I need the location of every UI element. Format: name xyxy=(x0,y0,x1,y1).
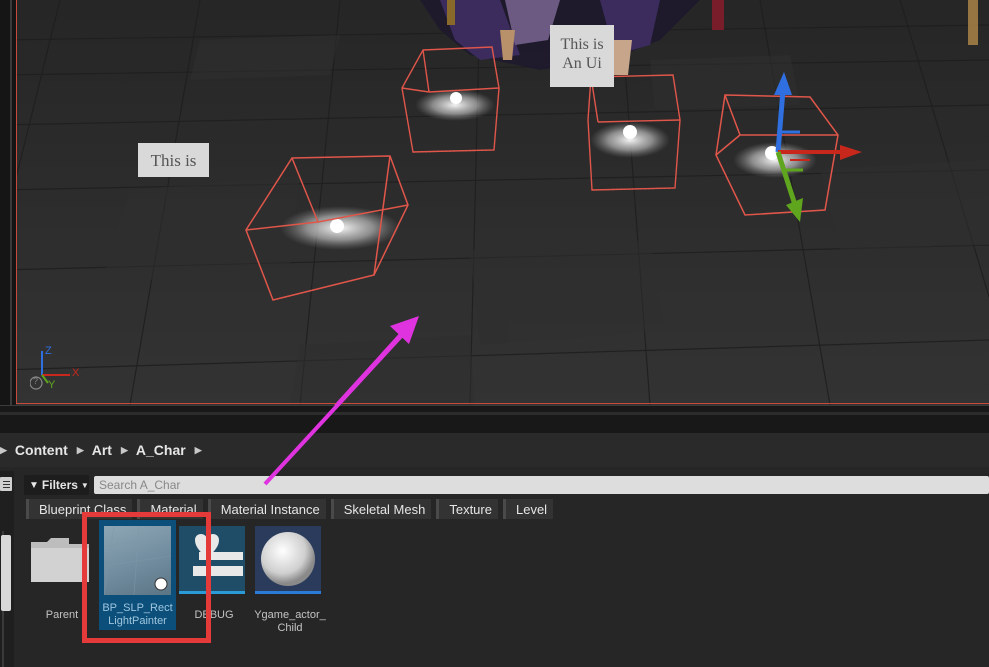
asset-name: BP_SLP_Rect LightPainter xyxy=(102,602,173,627)
viewport-scene xyxy=(0,0,989,405)
ui-sign-large: This is An Ui xyxy=(550,25,614,87)
ui-sign-small: This is xyxy=(138,143,209,177)
editor-root: This is This is An Ui Z X Y ? ▶ Content … xyxy=(0,0,989,667)
breadcrumb-item-a-char[interactable]: A_Char xyxy=(136,442,186,458)
filter-chip-blueprint-class[interactable]: Blueprint Class xyxy=(26,499,133,519)
breadcrumb-chevron-icon[interactable]: ▶ xyxy=(77,445,84,456)
breadcrumb-chevron-icon[interactable]: ▶ xyxy=(0,445,7,456)
filter-chip-level[interactable]: Level xyxy=(502,499,554,519)
filter-chip-texture[interactable]: Texture xyxy=(436,499,498,519)
filter-chips: Blueprint Class Material Material Instan… xyxy=(26,499,558,521)
viewport-left-strip xyxy=(0,0,16,405)
asset-tile-bp-slp-rect-lightpainter[interactable]: BP_SLP_Rect LightPainter xyxy=(99,520,176,630)
breadcrumb-chevron-icon[interactable]: ▶ xyxy=(195,445,202,456)
help-icon[interactable]: ? xyxy=(33,376,38,386)
sources-toggle-icon[interactable] xyxy=(0,477,12,491)
filter-bar: ▼ Filters ▼ xyxy=(24,474,989,496)
filters-button[interactable]: ▼ Filters ▼ xyxy=(24,475,89,495)
breadcrumb: ▶ Content ▶ Art ▶ A_Char ▶ xyxy=(0,433,989,467)
content-browser: ▶ Content ▶ Art ▶ A_Char ▶ ▼ Filters ▼ B… xyxy=(0,433,989,667)
chevron-down-icon: ▼ xyxy=(80,480,89,490)
world-axis-indicator: Z X Y ? xyxy=(30,345,90,395)
debug-heart-icon xyxy=(179,526,245,594)
filters-label: Filters xyxy=(41,478,78,492)
asset-name: Ygame_actor_ Child xyxy=(254,609,326,634)
filter-chip-skeletal-mesh[interactable]: Skeletal Mesh xyxy=(330,499,432,519)
asset-name: Parent xyxy=(45,609,79,621)
sources-scrollbar[interactable] xyxy=(1,535,11,611)
filter-chip-material[interactable]: Material xyxy=(137,499,203,519)
blueprint-thumbnail xyxy=(104,526,171,595)
filter-chip-material-instance[interactable]: Material Instance xyxy=(207,499,326,519)
sources-rail xyxy=(0,471,14,667)
breadcrumb-item-content[interactable]: Content xyxy=(15,442,68,458)
axis-label-y: Y xyxy=(48,379,56,391)
axis-label-z: Z xyxy=(45,345,52,357)
folder-icon xyxy=(31,538,89,582)
funnel-icon: ▼ xyxy=(29,479,39,491)
panel-splitter[interactable] xyxy=(0,405,989,433)
breadcrumb-item-art[interactable]: Art xyxy=(92,442,112,458)
axis-label-x: X xyxy=(72,367,80,379)
search-input[interactable] xyxy=(94,476,989,494)
breadcrumb-chevron-icon[interactable]: ▶ xyxy=(121,445,128,456)
level-viewport[interactable]: This is This is An Ui Z X Y ? xyxy=(0,0,989,405)
sphere-thumbnail xyxy=(255,526,321,594)
